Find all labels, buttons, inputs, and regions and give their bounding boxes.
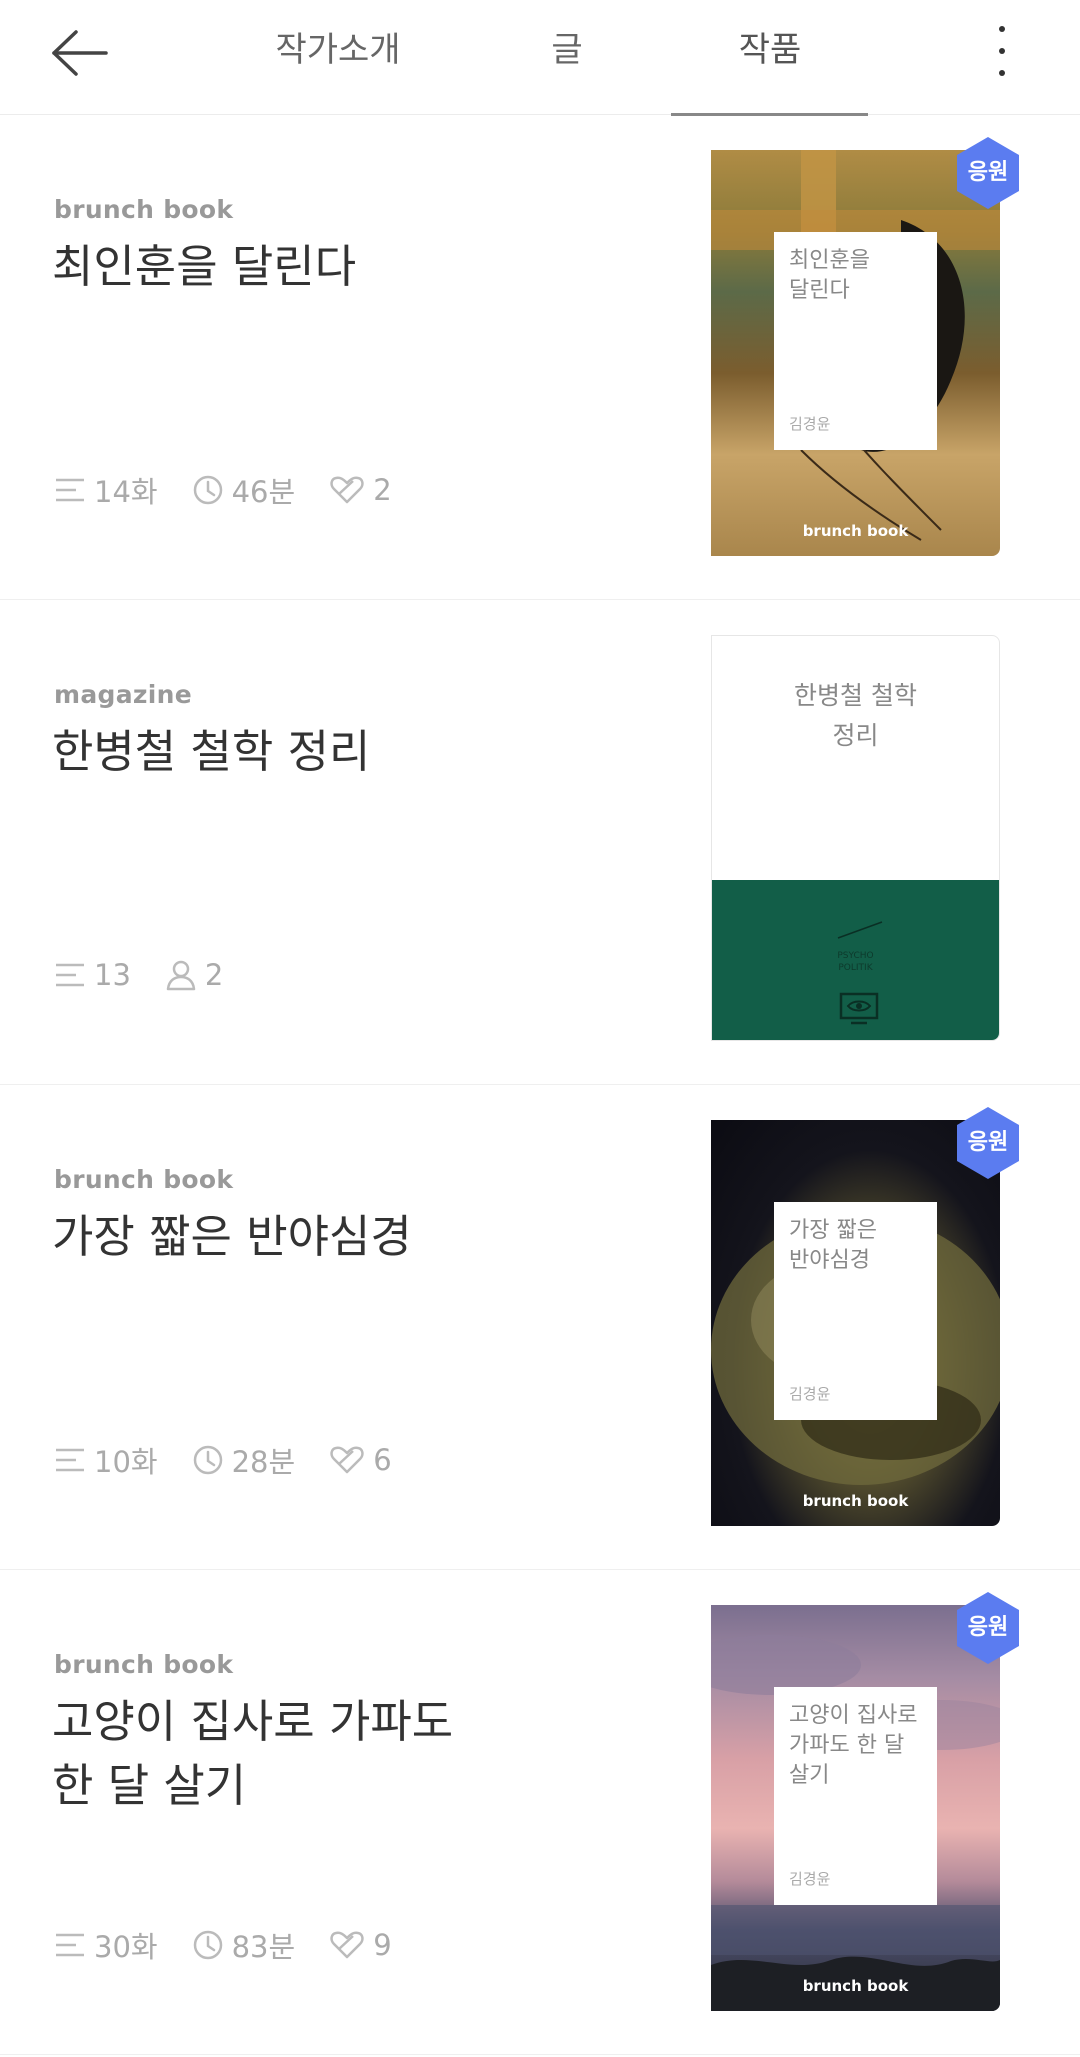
clock-icon	[193, 1445, 222, 1475]
episodes-text: 13	[94, 958, 131, 992]
item-meta: 10화 28분 6	[54, 1440, 426, 1480]
cover-brand: brunch book	[802, 522, 909, 540]
list-lines-icon	[56, 963, 84, 987]
item-type-label: brunch book	[54, 1165, 234, 1194]
badge-label: 응원	[967, 1130, 1009, 1155]
badge-label: 응원	[967, 160, 1009, 185]
heart-outline-icon	[330, 1446, 364, 1474]
magazine-cover[interactable]: 한병철 철학 정리 PSYCHO POLITIK	[711, 635, 1000, 1041]
item-title: 최인훈을 달린다	[52, 240, 357, 293]
more-dot	[999, 48, 1005, 54]
episodes-text: 14화	[94, 475, 158, 509]
episode-count: 14화	[54, 469, 158, 511]
list-lines-icon	[56, 1933, 84, 1957]
cover-author: 김경윤	[789, 1870, 831, 1888]
list-item-book-2[interactable]: brunch book 가장 짧은 반야심경 10화 28분 6 가장 짧은 반…	[0, 1085, 1080, 1570]
clock-icon	[193, 475, 222, 505]
item-meta: 14화 46분 2	[54, 470, 426, 510]
support-badge[interactable]: 응원	[950, 1105, 1026, 1181]
item-type-label: brunch book	[54, 1650, 234, 1679]
cover-brand: brunch book	[802, 1492, 909, 1510]
item-title: 한병철 철학 정리	[52, 725, 371, 778]
support-badge[interactable]: 응원	[950, 135, 1026, 211]
item-title: 고양이 집사로 가파도 한 달 살기	[52, 1695, 454, 1812]
episode-count: 30화	[54, 1924, 158, 1966]
badge-label: 응원	[967, 1615, 1009, 1640]
person-icon	[166, 960, 196, 991]
cover-author: 김경윤	[789, 1385, 831, 1403]
cover-label: 최인훈을 달린다 김경윤	[774, 232, 937, 450]
more-menu-button[interactable]	[982, 22, 1022, 82]
list-item-book-1[interactable]: brunch book 최인훈을 달린다 14화 46분 2 최인훈을 달린다 …	[0, 115, 1080, 600]
arrow-left-icon	[52, 30, 108, 76]
heart-outline-icon	[330, 476, 364, 504]
cover-green-band: PSYCHO POLITIK	[712, 880, 999, 1040]
cover-title: 한병철 철학 정리	[794, 681, 917, 750]
list-item-magazine[interactable]: magazine 한병철 철학 정리 13 2 한병철 철학 정리 PSYCHO…	[0, 600, 1080, 1085]
item-type-label: magazine	[54, 680, 192, 709]
clock-icon	[193, 1930, 222, 1960]
episodes-text: 30화	[94, 1930, 158, 1964]
subscribers-text: 2	[204, 958, 224, 992]
episode-count: 10화	[54, 1439, 158, 1481]
item-type-label: brunch book	[54, 195, 234, 224]
list-lines-icon	[56, 1448, 84, 1472]
cover-brand: brunch book	[802, 1977, 909, 1995]
tab-author-intro[interactable]: 작가소개	[258, 28, 418, 72]
support-badge[interactable]: 응원	[950, 1590, 1026, 1666]
time-text: 83분	[231, 1930, 296, 1964]
likes-text: 6	[373, 1443, 392, 1477]
like-count: 6	[329, 1443, 392, 1477]
heart-outline-icon	[330, 1931, 364, 1959]
likes-text: 2	[373, 473, 392, 507]
list-item-book-3[interactable]: brunch book 고양이 집사로 가파도 한 달 살기 30화 83분 9…	[0, 1570, 1080, 2055]
tab-posts[interactable]: 글	[532, 28, 602, 72]
likes-text: 9	[373, 1928, 392, 1962]
item-title: 가장 짧은 반야심경	[52, 1210, 412, 1263]
tab-works[interactable]: 작품	[700, 28, 840, 72]
read-time: 46분	[192, 469, 296, 511]
list-lines-icon	[56, 478, 84, 502]
cover-brand-line1: PSYCHO	[837, 951, 874, 961]
item-meta: 13 2	[54, 955, 257, 995]
top-nav: 작가소개 글 작품	[0, 0, 1080, 116]
cover-label: 고양이 집사로 가파도 한 달 살기 김경윤	[774, 1687, 937, 1905]
eye-monitor-icon	[839, 992, 879, 1025]
cover-author: 김경윤	[789, 415, 831, 433]
read-time: 83분	[192, 1924, 296, 1966]
item-meta: 30화 83분 9	[54, 1925, 426, 1965]
cover-title: 고양이 집사로 가파도 한 달 살기	[789, 1703, 918, 1788]
like-count: 2	[329, 473, 392, 507]
cover-label: 가장 짧은 반야심경 김경윤	[774, 1202, 937, 1420]
read-time: 28분	[192, 1439, 296, 1481]
episodes-text: 10화	[94, 1445, 158, 1479]
cover-title: 가장 짧은 반야심경	[789, 1218, 877, 1273]
cover-line-decoration	[837, 921, 883, 939]
cover-brand-line2: POLITIK	[838, 963, 873, 973]
cover-title: 최인훈을 달린다	[789, 248, 870, 303]
episode-count: 13	[54, 958, 131, 992]
time-text: 28분	[231, 1445, 296, 1479]
time-text: 46분	[231, 475, 296, 509]
like-count: 9	[329, 1928, 392, 1962]
back-button[interactable]	[48, 26, 114, 80]
subscriber-count: 2	[165, 958, 223, 992]
more-dot	[999, 70, 1005, 76]
more-vertical-icon	[999, 26, 1005, 32]
